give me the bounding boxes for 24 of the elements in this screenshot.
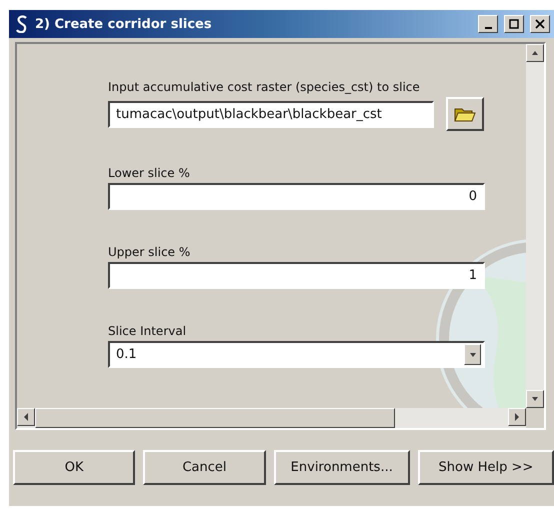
maximize-icon — [509, 19, 519, 29]
field-label: Slice Interval — [108, 324, 188, 338]
minimize-button[interactable] — [478, 15, 498, 33]
browse-button[interactable] — [446, 97, 484, 131]
window-title: 2) Create corridor slices — [35, 16, 213, 32]
field-label: Input accumulative cost raster (species_cst) to slice — [108, 80, 421, 94]
input-field[interactable]: tumacac\output\blackbear\blackbear_cst — [108, 100, 434, 128]
horizontal-scrollbar[interactable] — [17, 408, 526, 428]
close-icon — [535, 19, 545, 29]
dialog-button[interactable]: Show Help >> — [418, 450, 554, 485]
dialog-button[interactable]: Cancel — [143, 450, 266, 485]
dropdown[interactable]: 0.1 — [108, 341, 485, 368]
maximize-button[interactable] — [504, 15, 524, 33]
right-arrow-icon — [512, 412, 522, 422]
input-field[interactable]: 0 — [108, 183, 485, 210]
script-icon — [15, 15, 29, 33]
input-field[interactable]: 1 — [108, 262, 485, 289]
vertical-scrollbar[interactable] — [526, 44, 544, 408]
minimize-icon — [484, 27, 492, 29]
dialog-button[interactable]: OK — [13, 450, 136, 485]
field-label: Upper slice % — [108, 245, 192, 259]
field-label: Lower slice % — [108, 166, 191, 180]
dialog-button[interactable]: Environments... — [274, 450, 410, 485]
close-button[interactable] — [530, 15, 550, 33]
